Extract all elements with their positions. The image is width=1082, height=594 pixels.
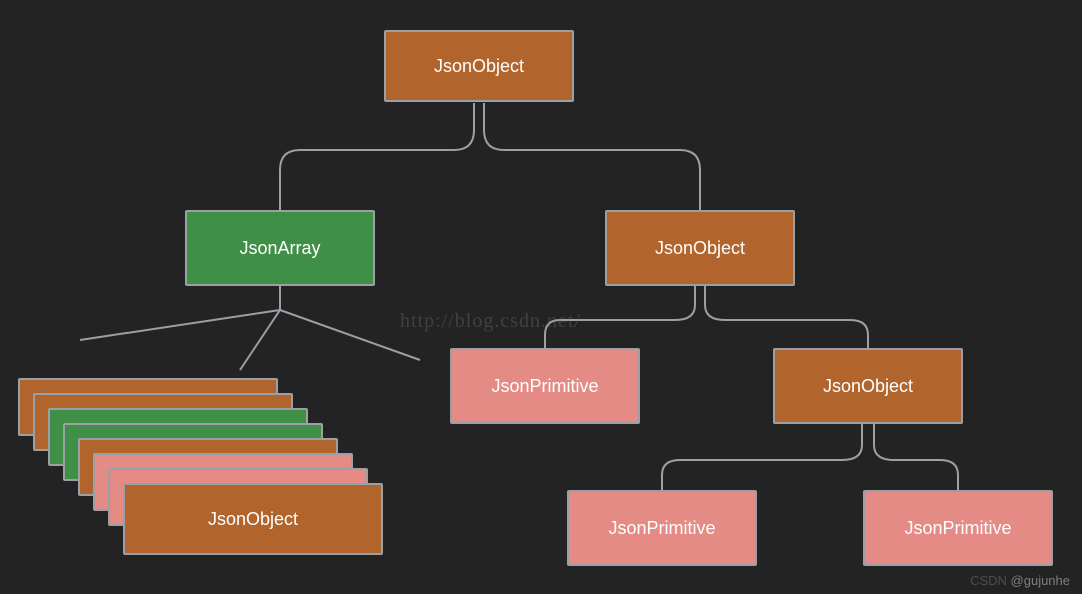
node-label: JsonObject [208, 509, 298, 530]
node-jsonobject-root: JsonObject [384, 30, 574, 102]
node-label: JsonObject [655, 238, 745, 259]
watermark-text: http://blog.csdn.net/ [400, 310, 581, 333]
node-label: JsonObject [434, 56, 524, 77]
node-jsonarray: JsonArray [185, 210, 375, 286]
node-label: JsonObject [823, 376, 913, 397]
node-label: JsonPrimitive [904, 518, 1011, 539]
node-jsonprimitive-1: JsonPrimitive [450, 348, 640, 424]
node-label: JsonPrimitive [491, 376, 598, 397]
node-jsonobject-3: JsonObject [773, 348, 963, 424]
node-jsonprimitive-3: JsonPrimitive [863, 490, 1053, 566]
node-label: JsonArray [239, 238, 320, 259]
stack-card-front: JsonObject [123, 483, 383, 555]
credit-user: @gujunhe [1011, 573, 1070, 588]
credit-text: CSDN @gujunhe [970, 573, 1070, 588]
node-jsonobject-2: JsonObject [605, 210, 795, 286]
credit-prefix: CSDN [970, 573, 1007, 588]
node-jsonprimitive-2: JsonPrimitive [567, 490, 757, 566]
node-label: JsonPrimitive [608, 518, 715, 539]
